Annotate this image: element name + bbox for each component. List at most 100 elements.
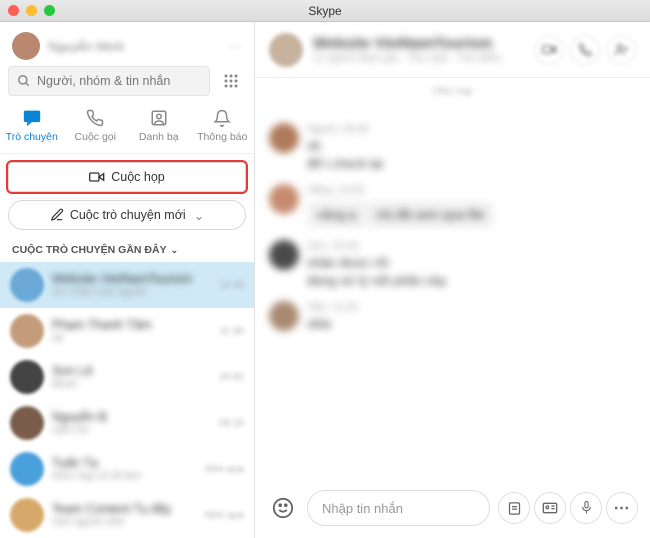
chat-icon: [22, 108, 42, 128]
conversation-preview: ok: [52, 332, 212, 344]
profile-header[interactable]: Nguyễn Minh ⋯: [0, 22, 254, 66]
conversation-name: Team Content Tụ đây: [52, 502, 197, 516]
message-avatar: [269, 184, 299, 214]
main-panel: Website VietNamTourism 11 người tham gia…: [255, 22, 650, 538]
add-person-icon: [614, 42, 629, 57]
phone-icon: [85, 108, 105, 128]
dialpad-button[interactable]: [216, 66, 246, 96]
video-icon: [89, 171, 105, 183]
more-actions-button[interactable]: ⋯: [606, 492, 638, 524]
message-group: Người, 09:30 ok để t check lại: [269, 123, 636, 174]
window-controls: [8, 5, 55, 16]
conversation-name: Website VietNamTourism: [52, 272, 211, 286]
conversation-item[interactable]: Website VietNamTourismxin chào mọi người…: [0, 262, 254, 308]
tab-label: Trò chuyện: [6, 131, 58, 143]
avatar: [10, 452, 44, 486]
conversation-item[interactable]: Phạm Thanh Tâmok 11:30: [0, 308, 254, 354]
conversation-name: Sơn Lê: [52, 364, 211, 378]
smile-icon: [272, 497, 294, 519]
conversation-preview: xin chào mọi người: [52, 286, 211, 298]
tab-contacts[interactable]: Danh bạ: [127, 108, 191, 143]
message-group: Sơn, 10:40nhận được rồiđang xử lý nốt ph…: [269, 240, 636, 291]
conversation-item[interactable]: Sơn Lêđược 10:02: [0, 354, 254, 400]
composer: Nhập tin nhắn ⋯: [255, 482, 650, 538]
bell-icon: [212, 108, 232, 128]
message-bubble: vâng ạ: [307, 201, 366, 228]
conversation-time: 11:30: [220, 326, 244, 337]
phone-icon: [578, 43, 592, 57]
compose-icon: [50, 208, 64, 222]
meet-now-label: Cuộc họp: [111, 170, 165, 184]
card-icon: [542, 502, 558, 514]
sidebar-tabs: Trò chuyện Cuộc gọi Danh bạ Thông báo: [0, 104, 254, 154]
tab-label: Danh bạ: [139, 131, 179, 143]
chat-title: Website VietNamTourism: [313, 35, 524, 52]
profile-avatar: [12, 32, 40, 60]
mic-icon: [580, 500, 593, 516]
add-people-button[interactable]: [606, 35, 636, 65]
chevron-down-icon: ⌄: [171, 245, 179, 256]
chat-avatar[interactable]: [269, 33, 303, 67]
message-input[interactable]: Nhập tin nhắn: [307, 490, 490, 526]
conversation-preview: hôm nay có đi làm: [52, 470, 197, 482]
minimize-window-button[interactable]: [26, 5, 37, 16]
message-meta: Hằng, 10:05: [307, 184, 636, 196]
conversation-time: hôm qua: [205, 510, 244, 521]
profile-name: Nguyễn Minh: [48, 39, 125, 54]
message-avatar: [269, 301, 299, 331]
message-text: để t check lại: [307, 156, 636, 171]
conversation-time: 09:15: [219, 418, 244, 429]
search-input[interactable]: [8, 66, 210, 96]
avatar: [10, 498, 44, 532]
message-avatar: [269, 123, 299, 153]
window-titlebar: Skype: [0, 0, 650, 22]
search-field[interactable]: [37, 74, 201, 88]
attach-file-button[interactable]: [498, 492, 530, 524]
more-icon[interactable]: ⋯: [228, 38, 242, 55]
conversation-name: Phạm Thanh Tâm: [52, 318, 212, 332]
avatar: [10, 406, 44, 440]
meet-now-button[interactable]: Cuộc họp: [8, 162, 246, 192]
message-text: nhận được rồi: [307, 255, 636, 270]
avatar: [10, 314, 44, 348]
tab-calls[interactable]: Cuộc gọi: [64, 108, 128, 143]
message-group: Hân, 11:20okla: [269, 301, 636, 334]
conversation-name: Nguyễn B: [52, 410, 211, 424]
avatar: [10, 268, 44, 302]
file-icon: [507, 501, 522, 516]
conversation-preview: được: [52, 378, 211, 390]
video-icon: [542, 44, 557, 55]
conversation-item[interactable]: Team Content Tụ đâymọi người nhớ hôm qua: [0, 492, 254, 538]
tab-label: Cuộc gọi: [75, 131, 116, 143]
conversation-preview: mọi người nhớ: [52, 516, 197, 528]
conversation-time: 10:02: [219, 372, 244, 383]
message-text: đang xử lý nốt phần này: [307, 273, 636, 288]
sidebar: Nguyễn Minh ⋯ Trò chuyện Cuộc gọi: [0, 22, 255, 538]
conversation-item[interactable]: Tuấn Tạhôm nay có đi làmhôm qua: [0, 446, 254, 492]
message-text: ok: [307, 138, 636, 153]
contacts-icon: [149, 108, 169, 128]
avatar: [10, 360, 44, 394]
date-divider: Hôm nay: [255, 86, 650, 97]
tab-notifications[interactable]: Thông báo: [191, 108, 255, 143]
message-group: Hằng, 10:05vâng ạchị đã xem qua file: [269, 184, 636, 230]
conversation-item[interactable]: Nguyễn Bcảm ơn09:15: [0, 400, 254, 446]
chat-header: Website VietNamTourism 11 người tham gia…: [255, 22, 650, 78]
emoji-button[interactable]: [267, 492, 299, 524]
message-avatar: [269, 240, 299, 270]
new-chat-button[interactable]: Cuộc trò chuyện mới ⌄: [8, 200, 246, 230]
audio-call-button[interactable]: [570, 35, 600, 65]
recent-header[interactable]: CUỘC TRÒ CHUYỆN GẦN ĐÂY ⌄: [0, 230, 254, 262]
conversation-name: Tuấn Tạ: [52, 456, 197, 470]
maximize-window-button[interactable]: [44, 5, 55, 16]
conversation-time: 12:45: [219, 280, 244, 291]
message-meta: Hân, 11:20: [307, 301, 636, 313]
conversation-list: Website VietNamTourismxin chào mọi người…: [0, 262, 254, 538]
close-window-button[interactable]: [8, 5, 19, 16]
dialpad-icon: [223, 73, 239, 89]
tab-chats[interactable]: Trò chuyện: [0, 108, 64, 143]
video-call-button[interactable]: [534, 35, 564, 65]
contact-card-button[interactable]: [534, 492, 566, 524]
voice-message-button[interactable]: [570, 492, 602, 524]
message-meta: Người, 09:30: [307, 123, 636, 135]
